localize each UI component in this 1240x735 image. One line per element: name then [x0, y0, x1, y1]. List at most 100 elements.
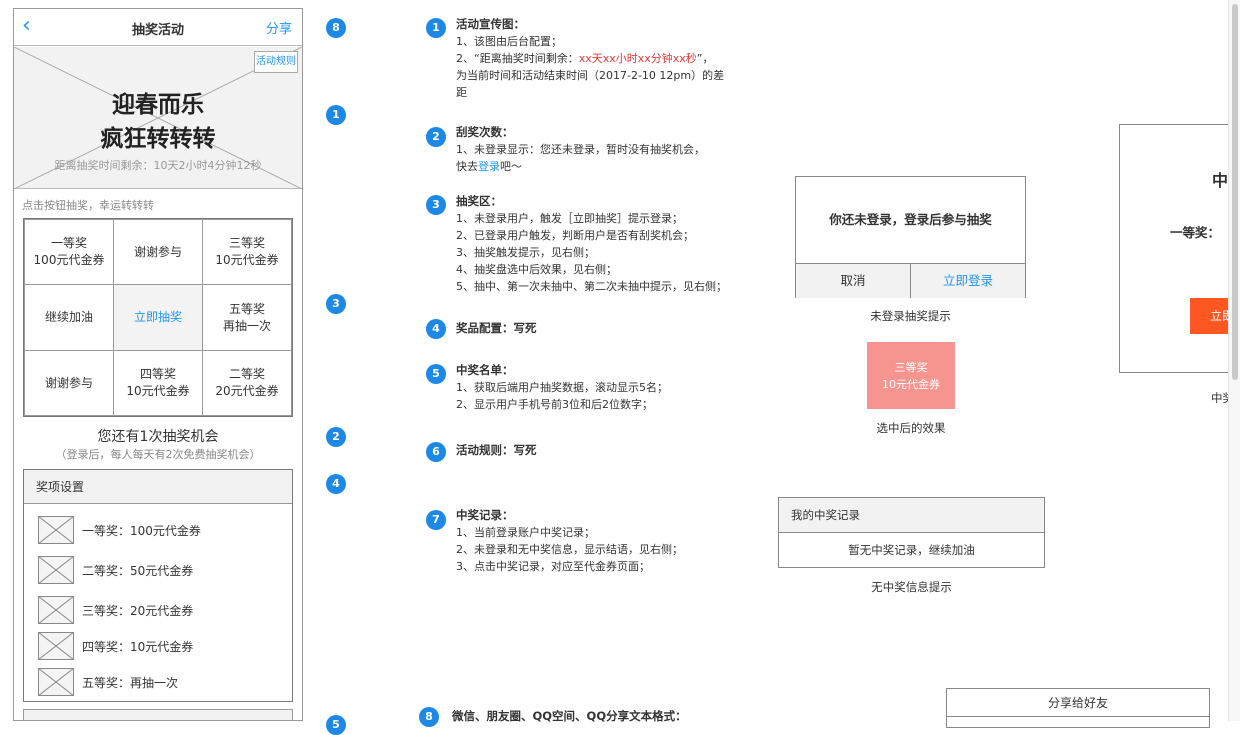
annotation-title: 抽奖区：: [456, 194, 502, 208]
win-dialog-title: 中: [1212, 171, 1229, 190]
win-dialog-button[interactable]: 立即: [1190, 298, 1229, 334]
annotation-line: 快去登录吧～: [456, 158, 756, 175]
annotation-title: 刮奖次数：: [456, 125, 514, 139]
draw-hint: 点击按钮抽奖，幸运转转转: [22, 199, 154, 212]
annotation-text: 快去: [456, 160, 478, 173]
annotation-text: 吧～: [500, 160, 522, 173]
dialog-message: 你还未登录，登录后参与抽奖: [829, 212, 992, 227]
marker-badge: 5: [326, 715, 346, 735]
share-title: 分享给好友: [947, 689, 1209, 717]
prize-settings: 奖项设置 一等奖：100元代金券 二等奖：50元代金券 三等奖：20元代金券 四…: [23, 469, 293, 702]
banner-title-line1: 迎春而乐: [112, 92, 204, 118]
prize-settings-title: 奖项设置: [24, 470, 292, 504]
cell-line2: 10元代金券: [882, 377, 940, 391]
marker-badge: 5: [426, 364, 446, 384]
annotation-win-record: 中奖记录： 1、当前登录账户中奖记录； 2、未登录和无中奖信息，显示结语，见右侧…: [456, 507, 756, 575]
login-button[interactable]: 立即登录: [911, 263, 1025, 298]
prize-item: 五等奖：再抽一次: [38, 667, 178, 697]
marker-badge: 1: [426, 18, 446, 38]
marker-badge: 7: [426, 510, 446, 530]
prize-item: 二等奖：50元代金券: [38, 555, 193, 585]
cell-line1: 三等奖: [894, 360, 928, 374]
marker-badge: 6: [426, 442, 446, 462]
annotation-title: 活动规则：写死: [456, 443, 537, 457]
cell-line2: 10元代金券: [215, 253, 279, 267]
grid-cell: 四等奖 10元代金券: [113, 350, 203, 416]
marker-badge: 4: [326, 474, 346, 494]
annotation-line: 2、已登录用户触发，判断用户是否有刮奖机会；: [456, 229, 694, 242]
nav-bar: ‹ 抽奖活动 分享: [14, 9, 302, 46]
scrollbar-thumb[interactable]: [1232, 4, 1238, 380]
login-link[interactable]: 登录: [478, 160, 500, 173]
draw-now-button[interactable]: 立即抽奖: [113, 284, 203, 351]
cancel-button[interactable]: 取消: [796, 263, 911, 298]
annotation-title: 活动宣传图：: [456, 17, 525, 31]
annotation-title: 中奖名单：: [456, 363, 514, 377]
annotation-line: 距: [456, 86, 467, 99]
share-button[interactable]: 分享: [266, 18, 292, 37]
marker-badge: 8: [326, 18, 346, 38]
chance-count: 您还有1次抽奖机会: [97, 429, 219, 445]
marker-badge: 2: [426, 127, 446, 147]
banner-title-line2: 疯狂转转转: [100, 126, 216, 152]
grid-cell: 谢谢参与: [24, 350, 114, 416]
marker-badge: 1: [326, 105, 346, 125]
cell-line2: 10元代金券: [126, 384, 190, 398]
prize-item-label: 五等奖：再抽一次: [82, 675, 179, 690]
selected-caption: 选中后的效果: [876, 421, 946, 435]
annotation-text: 2、“距离抽奖时间剩余：: [456, 52, 579, 65]
annotation-title: 微信、朋友圈、QQ空间、QQ分享文本格式：: [452, 709, 687, 723]
cell-line2: 再抽一次: [222, 318, 271, 333]
lottery-grid: 一等奖 100元代金券 谢谢参与 三等奖 10元代金券 继续加油 立即抽奖 五等…: [23, 218, 293, 417]
share-box: 分享给好友: [946, 688, 1210, 728]
annotation-line: 5、抽中、第一次未抽中、第二次未抽中提示，见右侧；: [456, 280, 727, 293]
annotation-line: 1、未登录显示：您还未登录，暂时没有抽奖机会，: [456, 143, 705, 156]
annotation-title: 中奖记录：: [456, 508, 514, 522]
marker-badge: 2: [326, 427, 346, 447]
chance-note: （登录后，每人每天有2次免费抽奖机会）: [55, 448, 261, 461]
annotation-line: 3、抽奖触发提示，见右侧；: [456, 246, 595, 259]
phone-mockup: ‹ 抽奖活动 分享 迎春而乐 疯狂转转转 活动规则 距离抽奖时间剩余：10天2小…: [13, 8, 303, 721]
prize-item-label: 三等奖：20元代金券: [82, 603, 194, 618]
annotation-title: 奖品配置：写死: [456, 321, 537, 335]
cell-line2: 20元代金券: [215, 384, 279, 398]
image-placeholder-icon: [38, 556, 74, 584]
annotation-prize-config: 奖品配置：写死: [456, 320, 756, 337]
cell-line1: 四等奖: [139, 367, 176, 381]
grid-cell: 三等奖 10元代金券: [202, 219, 292, 285]
annotation-line: 1、当前登录账户中奖记录；: [456, 526, 595, 539]
grid-cell: 继续加油: [24, 284, 114, 351]
image-placeholder-icon: [38, 516, 74, 544]
next-section: [23, 709, 293, 720]
cell-line1: 五等奖: [228, 301, 265, 316]
cell-line2: 100元代金券: [33, 253, 105, 267]
annotation-line: 2、显示用户手机号前3位和后2位数字；: [456, 398, 653, 411]
annotation-line: 3、点击中奖记录，对应至代金券页面；: [456, 560, 650, 573]
annotation-banner: 活动宣传图： 1、该图由后台配置； 2、“距离抽奖时间剩余：xx天xx小时xx分…: [456, 16, 756, 101]
cell-line1: 立即抽奖: [133, 310, 182, 324]
annotation-line: 2、“距离抽奖时间剩余：xx天xx小时xx分钟xx秒”，: [456, 50, 756, 67]
grid-cell: 谢谢参与: [113, 219, 203, 285]
annotation-winner-list: 中奖名单： 1、获取后端用户抽奖数据，滚动显示5名； 2、显示用户手机号前3位和…: [456, 362, 756, 413]
cell-line1: 一等奖: [50, 236, 87, 250]
annotation-line: 1、该图由后台配置；: [456, 35, 562, 48]
rules-tag[interactable]: 活动规则: [254, 51, 298, 73]
countdown-text: 距离抽奖时间剩余：10天2小时4分钟12秒: [54, 159, 262, 172]
win-dialog-prize: 一等奖：: [1170, 225, 1221, 240]
prize-item: 一等奖：100元代金券: [38, 515, 201, 545]
page-title: 抽奖活动: [131, 23, 184, 38]
annotation-highlight: xx天xx小时xx分钟xx秒: [578, 52, 697, 65]
prize-item-label: 一等奖：100元代金券: [82, 523, 201, 538]
annotation-line: 为当前时间和活动结束时间（2017-2-10 12pm）的差: [456, 69, 725, 82]
win-dialog: 中 一等奖： 立即: [1119, 124, 1229, 373]
annotation-share: 微信、朋友圈、QQ空间、QQ分享文本格式：: [452, 708, 752, 725]
cell-line1: 谢谢参与: [133, 244, 182, 259]
login-dialog: 你还未登录，登录后参与抽奖 取消 立即登录: [795, 176, 1026, 298]
win-record-title[interactable]: 我的中奖记录: [779, 498, 1044, 533]
prize-item: 三等奖：20元代金券: [38, 595, 193, 625]
annotation-draw-area: 抽奖区： 1、未登录用户，触发［立即抽奖］提示登录； 2、已登录用户触发，判断用…: [456, 193, 756, 295]
prize-item: 四等奖：10元代金券: [38, 631, 193, 661]
prize-item-label: 二等奖：50元代金券: [82, 563, 194, 578]
vertical-scrollbar[interactable]: [1228, 0, 1240, 721]
login-dialog-caption: 未登录抽奖提示: [870, 309, 951, 323]
